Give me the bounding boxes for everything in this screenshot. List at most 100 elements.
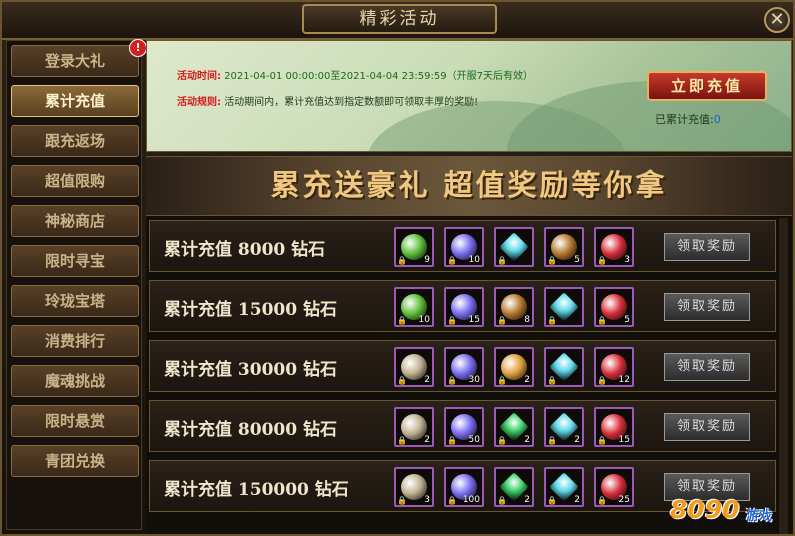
reward-item-slot[interactable]: 🔒 10 (444, 227, 484, 267)
item-count: 50 (468, 435, 480, 445)
reward-item-slot[interactable]: 🔒 10 (394, 287, 434, 327)
reward-item-slot[interactable]: 🔒 5 (544, 227, 584, 267)
event-rule-label: 活动规则: (177, 97, 221, 108)
reward-item-slot[interactable]: 🔒 25 (594, 467, 634, 507)
reward-item-slot[interactable]: 🔒 8 (494, 287, 534, 327)
watermark-text: 游戏 (746, 509, 773, 524)
item-count: 15 (468, 315, 480, 325)
reward-item-slot[interactable]: 🔒 2 (494, 467, 534, 507)
bound-lock-icon: 🔒 (547, 316, 557, 325)
event-rule-value: 活动期间内，累计充值达到指定数额即可领取丰厚的奖励! (224, 97, 479, 108)
reward-item-slot[interactable]: 🔒 5 (594, 287, 634, 327)
sidebar-item[interactable]: 限时悬赏 (11, 405, 139, 437)
bound-lock-icon: 🔒 (597, 436, 607, 445)
sidebar-item[interactable]: 跟充返场 (11, 125, 139, 157)
bound-lock-icon: 🔒 (547, 496, 557, 505)
sidebar-item[interactable]: 消费排行 (11, 325, 139, 357)
item-count: 30 (468, 375, 480, 385)
item-count: 3 (424, 495, 430, 505)
reward-item-slot[interactable]: 🔒 3 (594, 227, 634, 267)
watermark-number: 8090 (670, 495, 740, 524)
promo-slogan: 累充送豪礼 超值奖励等你拿 (146, 156, 792, 216)
site-watermark: 8090 游戏 (670, 495, 790, 533)
event-banner: 活动时间: 2021-04-01 00:00:00至2021-04-04 23:… (146, 40, 792, 152)
reward-tier-row: 累计充值 8000 钻石 🔒 9 🔒 10 🔒 🔒 5 🔒 3 领取奖励 (149, 220, 776, 272)
item-count: 9 (424, 255, 430, 265)
sidebar-item[interactable]: 神秘商店 (11, 205, 139, 237)
item-count: 5 (574, 255, 580, 265)
item-count: 15 (618, 435, 630, 445)
bound-lock-icon: 🔒 (547, 256, 557, 265)
item-count: 2 (574, 495, 580, 505)
accumulated-recharge-label: 已累计充值: (655, 113, 714, 126)
alert-badge-icon: ! (129, 39, 147, 57)
reward-tier-row: 累计充值 80000 钻石 🔒 2 🔒 50 🔒 2 🔒 2 🔒 15 领取奖励 (149, 400, 776, 452)
tier-requirement-label: 累计充值 8000 钻石 (164, 240, 326, 260)
sidebar-item[interactable]: 限时寻宝 (11, 245, 139, 277)
bound-lock-icon: 🔒 (447, 376, 457, 385)
sidebar-item[interactable]: 登录大礼 (11, 45, 139, 77)
reward-item-slot[interactable]: 🔒 15 (594, 407, 634, 447)
claim-reward-button[interactable]: 领取奖励 (664, 413, 750, 441)
recharge-now-button[interactable]: 立即充值 (647, 71, 767, 101)
item-count: 25 (618, 495, 630, 505)
bound-lock-icon: 🔒 (497, 256, 507, 265)
bound-lock-icon: 🔒 (597, 316, 607, 325)
bound-lock-icon: 🔒 (547, 376, 557, 385)
item-count: 3 (624, 255, 630, 265)
bound-lock-icon: 🔒 (597, 256, 607, 265)
sidebar-item[interactable]: 青团兑换 (11, 445, 139, 477)
sidebar-item[interactable]: 魔魂挑战 (11, 365, 139, 397)
item-count: 5 (624, 315, 630, 325)
bound-lock-icon: 🔒 (597, 376, 607, 385)
reward-item-slot[interactable]: 🔒 2 (544, 467, 584, 507)
sidebar-item[interactable]: 超值限购 (11, 165, 139, 197)
bound-lock-icon: 🔒 (397, 376, 407, 385)
reward-item-slot[interactable]: 🔒 2 (544, 407, 584, 447)
tier-requirement-label: 累计充值 80000 钻石 (164, 420, 337, 440)
bound-lock-icon: 🔒 (447, 316, 457, 325)
reward-tier-row: 累计充值 15000 钻石 🔒 10 🔒 15 🔒 8 🔒 🔒 5 领取奖励 (149, 280, 776, 332)
reward-item-slot[interactable]: 🔒 50 (444, 407, 484, 447)
bound-lock-icon: 🔒 (597, 496, 607, 505)
reward-item-slot[interactable]: 🔒 2 (494, 407, 534, 447)
item-count: 10 (418, 315, 430, 325)
reward-item-slot[interactable]: 🔒 (494, 227, 534, 267)
bound-lock-icon: 🔒 (397, 436, 407, 445)
window-title: 精彩活动 (302, 4, 497, 34)
bound-lock-icon: 🔒 (497, 316, 507, 325)
reward-item-slot[interactable]: 🔒 2 (394, 347, 434, 387)
reward-item-slot[interactable]: 🔒 (544, 287, 584, 327)
bound-lock-icon: 🔒 (397, 496, 407, 505)
bound-lock-icon: 🔒 (397, 316, 407, 325)
bound-lock-icon: 🔒 (497, 376, 507, 385)
reward-item-slot[interactable]: 🔒 (544, 347, 584, 387)
reward-item-slot[interactable]: 🔒 12 (594, 347, 634, 387)
reward-item-slot[interactable]: 🔒 9 (394, 227, 434, 267)
bound-lock-icon: 🔒 (447, 256, 457, 265)
reward-item-slot[interactable]: 🔒 15 (444, 287, 484, 327)
reward-item-slot[interactable]: 🔒 2 (494, 347, 534, 387)
reward-item-slot[interactable]: 🔒 2 (394, 407, 434, 447)
reward-item-slot[interactable]: 🔒 30 (444, 347, 484, 387)
tier-requirement-label: 累计充值 15000 钻石 (164, 300, 337, 320)
sidebar-item[interactable]: 玲珑宝塔 (11, 285, 139, 317)
item-count: 10 (468, 255, 480, 265)
reward-item-slot[interactable]: 🔒 100 (444, 467, 484, 507)
list-scrollbar[interactable] (779, 218, 788, 534)
item-count: 8 (524, 315, 530, 325)
reward-tier-row: 累计充值 30000 钻石 🔒 2 🔒 30 🔒 2 🔒 🔒 12 领取奖励 (149, 340, 776, 392)
event-time-label: 活动时间: (177, 71, 221, 82)
title-bar: 精彩活动 ✕ (2, 2, 793, 40)
close-button[interactable]: ✕ (764, 7, 790, 33)
claim-reward-button[interactable]: 领取奖励 (664, 293, 750, 321)
event-rule-line: 活动规则: 活动期间内，累计充值达到指定数额即可领取丰厚的奖励! (177, 93, 478, 108)
item-count: 2 (424, 375, 430, 385)
event-time-line: 活动时间: 2021-04-01 00:00:00至2021-04-04 23:… (177, 67, 533, 82)
sidebar-item[interactable]: 累计充值 (11, 85, 139, 117)
claim-reward-button[interactable]: 领取奖励 (664, 353, 750, 381)
bound-lock-icon: 🔒 (397, 256, 407, 265)
activity-sidebar: 登录大礼累计充值跟充返场超值限购神秘商店限时寻宝玲珑宝塔消费排行魔魂挑战限时悬赏… (6, 39, 147, 530)
claim-reward-button[interactable]: 领取奖励 (664, 233, 750, 261)
reward-item-slot[interactable]: 🔒 3 (394, 467, 434, 507)
